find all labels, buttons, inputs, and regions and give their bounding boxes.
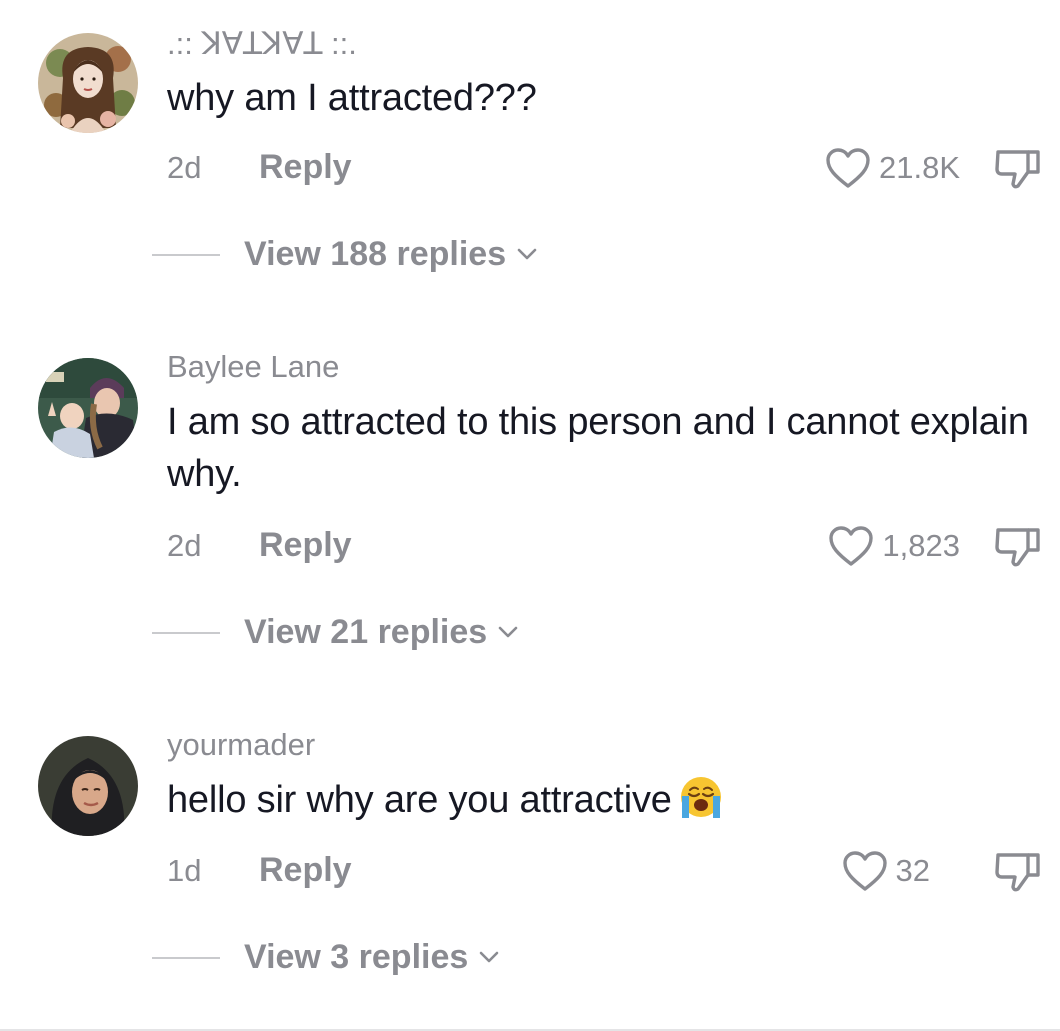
avatar[interactable] [38,736,138,836]
avatar-image [38,358,138,458]
comments-list: .:: ꓘꓯꓕꓘꓯꓕ ::. why am I attracted??? 2d … [0,0,1060,1031]
comment-actions: 2d Reply 1,823 [0,522,1060,570]
comment-item: yourmader hello sir why are you attracti… [0,0,1060,976]
heart-outline-icon[interactable] [842,849,888,893]
like-count: 32 [895,853,930,888]
view-replies[interactable]: View 21 replies [0,610,1060,654]
loudly-crying-face-emoji [678,774,724,820]
avatar-image [38,736,138,836]
like-button[interactable]: 1,823 [828,522,960,570]
chevron-down-icon [478,950,500,964]
chevron-down-icon [497,625,519,639]
comment-text-body: hello sir why are you attractive [167,779,672,821]
username[interactable]: yourmader [167,727,315,763]
comment-text: hello sir why are you attractive [167,774,1037,826]
thumbs-down-icon[interactable] [992,524,1042,568]
timestamp: 1d [167,853,202,888]
view-replies-button[interactable]: View 21 replies [244,612,519,652]
like-button[interactable]: 32 [842,847,930,895]
divider [152,632,220,634]
thumbs-down-icon[interactable] [992,849,1042,893]
avatar[interactable] [38,358,138,458]
view-replies-label: View 3 replies [244,938,469,976]
view-replies-button[interactable]: View 3 replies [244,937,500,977]
view-replies-label: View 21 replies [244,613,488,651]
heart-outline-icon[interactable] [828,524,874,568]
username[interactable]: Baylee Lane [167,349,339,385]
timestamp: 2d [167,528,202,563]
view-replies[interactable]: View 3 replies [0,935,1060,979]
divider [152,957,220,959]
reply-button[interactable]: Reply [259,851,352,889]
reply-button[interactable]: Reply [259,526,352,564]
comment-actions: 1d Reply 32 [0,847,1060,895]
like-count: 1,823 [882,528,960,563]
comment-text: I am so attracted to this person and I c… [167,401,1029,495]
